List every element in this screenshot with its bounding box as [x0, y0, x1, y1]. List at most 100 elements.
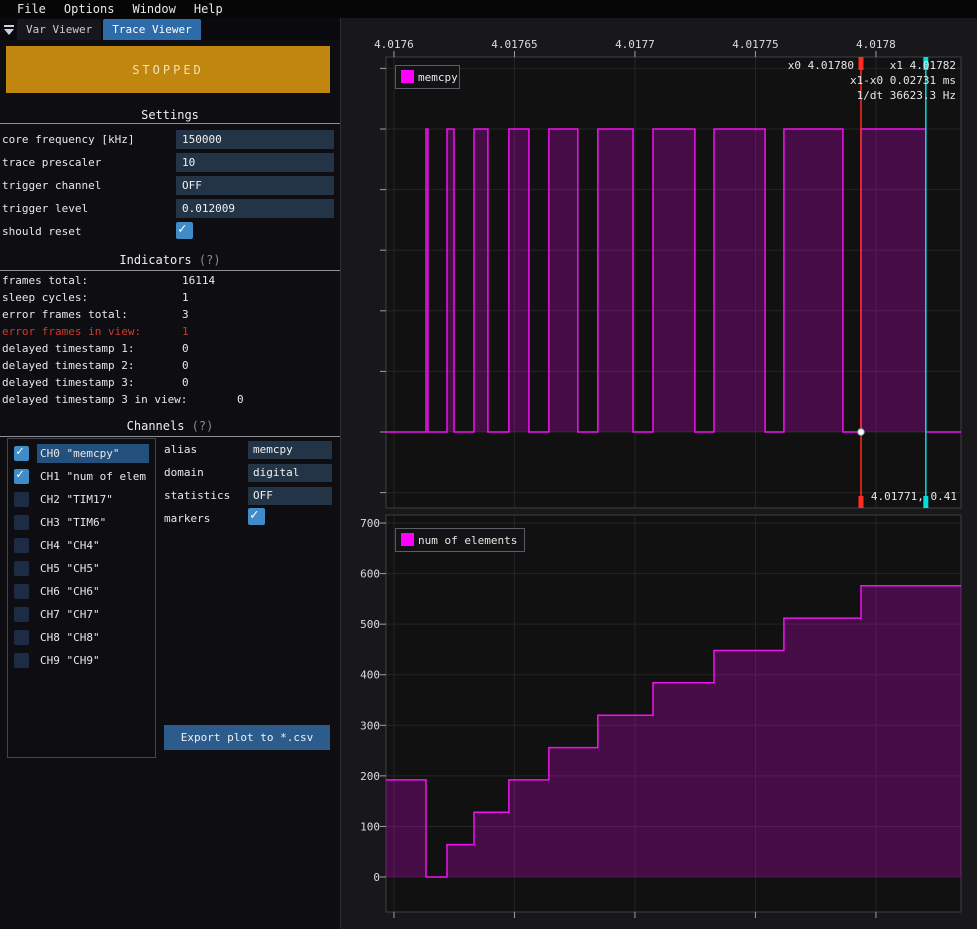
channel-label-ch8[interactable]: CH8 "CH8" — [37, 628, 103, 647]
marker-x0-readout: x0 4.01780 — [788, 59, 854, 72]
cursor-point — [858, 429, 864, 435]
indicator-value: 3 — [182, 308, 189, 321]
x-tick-label: 4.0177 — [615, 38, 655, 51]
indicator-label: error frames in view: — [2, 325, 141, 338]
indicators-help-icon[interactable]: (?) — [199, 253, 221, 267]
indicator-label: delayed timestamp 3: — [2, 376, 134, 389]
indicator-delayed-timestamp-3-in-view: delayed timestamp 3 in view: 0 — [0, 393, 340, 407]
marker-x0-handle-top[interactable] — [858, 57, 863, 70]
y-tick-label: 600 — [360, 568, 380, 581]
marker-x0-handle-bottom[interactable] — [858, 496, 863, 508]
channel-row-ch5[interactable]: CH5 "CH5" — [8, 559, 155, 579]
num-of-elements-legend-label: num of elements — [418, 534, 517, 547]
markers-checkbox[interactable] — [248, 508, 265, 525]
setting-should-reset: should reset — [0, 222, 340, 241]
tab-list-icon[interactable] — [0, 19, 17, 40]
indicator-delayed-timestamp-1: delayed timestamp 1: 0 — [0, 342, 340, 356]
channel-list[interactable]: CH0 "memcpy" CH1 "num of elem CH2 "TIM17" C… — [7, 438, 156, 758]
channel-row-ch4[interactable]: CH4 "CH4" — [8, 536, 155, 556]
menu-window[interactable]: Window — [123, 2, 184, 16]
channel-label-ch1[interactable]: CH1 "num of elem — [37, 467, 149, 486]
num-of-elements-legend-swatch — [401, 533, 414, 546]
setting-trigger-level: trigger level 0.012009 — [0, 199, 340, 218]
trace-prescaler-label: trace prescaler — [2, 153, 101, 172]
channel-checkbox-ch6[interactable] — [14, 584, 29, 599]
channel-checkbox-ch5[interactable] — [14, 561, 29, 576]
channels-separator — [0, 436, 340, 437]
alias-label: alias — [164, 441, 197, 459]
tab-bar: Var Viewer Trace Viewer — [0, 18, 340, 40]
channel-checkbox-ch9[interactable] — [14, 653, 29, 668]
channels-title-text: Channels — [127, 419, 185, 433]
channel-checkbox-ch7[interactable] — [14, 607, 29, 622]
channel-checkbox-ch8[interactable] — [14, 630, 29, 645]
channels-help-icon[interactable]: (?) — [192, 419, 214, 433]
channel-checkbox-ch3[interactable] — [14, 515, 29, 530]
channel-label-ch5[interactable]: CH5 "CH5" — [37, 559, 103, 578]
y-tick-label: 0 — [373, 871, 380, 884]
indicator-value: 0 — [182, 376, 189, 389]
channel-checkbox-ch1[interactable] — [14, 469, 29, 484]
should-reset-label: should reset — [2, 222, 81, 241]
x-tick-label: 4.0178 — [856, 38, 896, 51]
statistics-select[interactable]: OFF — [248, 487, 332, 505]
channel-row-ch6[interactable]: CH6 "CH6" — [8, 582, 155, 602]
channel-row-ch0[interactable]: CH0 "memcpy" — [8, 444, 155, 464]
setting-trace-prescaler: trace prescaler 10 — [0, 153, 340, 172]
alias-input[interactable]: memcpy — [248, 441, 332, 459]
channel-label-ch9[interactable]: CH9 "CH9" — [37, 651, 103, 670]
channel-row-ch7[interactable]: CH7 "CH7" — [8, 605, 155, 625]
menu-options[interactable]: Options — [55, 2, 124, 16]
channel-label-ch6[interactable]: CH6 "CH6" — [37, 582, 103, 601]
channel-label-ch7[interactable]: CH7 "CH7" — [37, 605, 103, 624]
channel-label-ch3[interactable]: CH3 "TIM6" — [37, 513, 109, 532]
trace-prescaler-input[interactable]: 10 — [176, 153, 334, 172]
domain-select[interactable]: digital — [248, 464, 332, 482]
left-panel: Var Viewer Trace Viewer STOPPED Settings… — [0, 18, 340, 929]
channel-row-ch2[interactable]: CH2 "TIM17" — [8, 490, 155, 510]
cursor-coordinates-readout: 4.01771, 0.41 — [871, 490, 957, 503]
channel-row-ch8[interactable]: CH8 "CH8" — [8, 628, 155, 648]
indicator-label: error frames total: — [2, 308, 128, 321]
menu-file[interactable]: File — [8, 2, 55, 16]
channel-label-ch4[interactable]: CH4 "CH4" — [37, 536, 103, 555]
trigger-level-input[interactable]: 0.012009 — [176, 199, 334, 218]
tab-var-viewer[interactable]: Var Viewer — [17, 19, 101, 40]
plot-panel: 4.01764.017654.01774.017754.0178x0 4.017… — [340, 18, 977, 929]
channel-checkbox-ch0[interactable] — [14, 446, 29, 461]
channel-row-ch3[interactable]: CH3 "TIM6" — [8, 513, 155, 533]
channel-checkbox-ch4[interactable] — [14, 538, 29, 553]
channel-checkbox-ch2[interactable] — [14, 492, 29, 507]
menu-help[interactable]: Help — [185, 2, 232, 16]
domain-label: domain — [164, 464, 204, 482]
channel-row-ch1[interactable]: CH1 "num of elem — [8, 467, 155, 487]
acquisition-state-button[interactable]: STOPPED — [6, 46, 330, 93]
statistics-label: statistics — [164, 487, 230, 505]
indicator-frames-total: frames total: 16114 — [0, 274, 340, 288]
settings-separator — [0, 123, 340, 124]
indicator-delayed-timestamp-3: delayed timestamp 3: 0 — [0, 376, 340, 390]
tab-trace-viewer[interactable]: Trace Viewer — [103, 19, 200, 40]
menu-bar: File Options Window Help — [0, 0, 977, 18]
channel-row-ch9[interactable]: CH9 "CH9" — [8, 651, 155, 671]
indicator-value: 1 — [182, 291, 189, 304]
tab-overflow-glyph — [3, 24, 15, 36]
y-tick-label: 400 — [360, 669, 380, 682]
should-reset-checkbox[interactable] — [176, 222, 193, 239]
indicator-value: 0 — [182, 359, 189, 372]
core-frequency-input[interactable]: 150000 — [176, 130, 334, 149]
memcpy-legend-swatch — [401, 70, 414, 83]
export-csv-button[interactable]: Export plot to *.csv — [164, 725, 330, 750]
x-tick-label: 4.01775 — [732, 38, 778, 51]
marker-frequency-readout: 1/dt 36623.3 Hz — [857, 89, 956, 102]
trace-plots: 4.01764.017654.01774.017754.0178x0 4.017… — [340, 18, 977, 929]
channel-label-ch2[interactable]: CH2 "TIM17" — [37, 490, 116, 509]
memcpy-legend-label: memcpy — [418, 71, 458, 84]
channel-label-ch0[interactable]: CH0 "memcpy" — [37, 444, 149, 463]
x-tick-label: 4.01765 — [491, 38, 537, 51]
trigger-level-label: trigger level — [2, 199, 88, 218]
markers-label: markers — [164, 510, 210, 528]
trigger-channel-select[interactable]: OFF — [176, 176, 334, 195]
y-tick-label: 300 — [360, 719, 380, 732]
indicator-value: 0 — [182, 342, 189, 355]
